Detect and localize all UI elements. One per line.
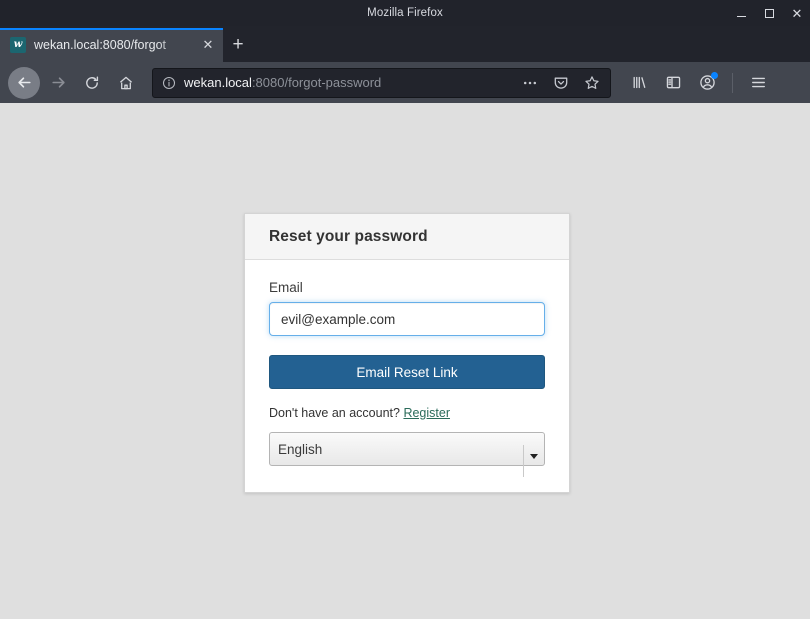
language-select[interactable]: English (269, 432, 545, 466)
library-button[interactable] (623, 67, 655, 99)
title-bar: Mozilla Firefox ✕ (0, 0, 810, 26)
reload-icon (84, 75, 100, 91)
browser-tab-active[interactable]: w wekan.local:8080/forgot ✕ (0, 28, 223, 62)
toolbar-right-group (623, 67, 774, 99)
minimize-button[interactable] (734, 6, 748, 20)
forward-button[interactable] (42, 67, 74, 99)
url-bar[interactable]: wekan.local:8080/forgot-password (152, 68, 611, 98)
sidebar-button[interactable] (657, 67, 689, 99)
card-body: Email Email Reset Link Don't have an acc… (245, 260, 569, 492)
wekan-favicon-icon: w (10, 37, 26, 53)
email-reset-link-button[interactable]: Email Reset Link (269, 355, 545, 389)
url-path: :8080/forgot-password (252, 75, 381, 90)
email-field[interactable] (269, 302, 545, 336)
email-label: Email (269, 280, 545, 295)
tab-close-icon[interactable]: ✕ (199, 36, 217, 54)
bookmark-star-icon[interactable] (580, 71, 604, 95)
maximize-icon (765, 9, 774, 18)
identity-info-icon[interactable] (161, 75, 177, 91)
forward-arrow-icon (50, 74, 67, 91)
new-tab-button[interactable]: + (223, 28, 253, 62)
language-select-wrapper: English (269, 432, 545, 466)
register-link[interactable]: Register (403, 406, 450, 420)
library-books-icon (631, 74, 648, 91)
toolbar-divider (732, 73, 733, 93)
page-viewport: Reset your password Email Email Reset Li… (0, 103, 810, 619)
tab-strip: w wekan.local:8080/forgot ✕ + (0, 26, 810, 62)
card-header: Reset your password (245, 214, 569, 260)
page-title: Reset your password (269, 228, 545, 246)
home-icon (118, 75, 134, 91)
sidebar-icon (665, 74, 682, 91)
back-arrow-icon (16, 74, 33, 91)
back-button[interactable] (8, 67, 40, 99)
close-icon: ✕ (792, 7, 803, 20)
tab-title: wekan.local:8080/forgot (34, 38, 191, 52)
reset-password-card: Reset your password Email Email Reset Li… (244, 213, 570, 493)
account-button[interactable] (691, 67, 723, 99)
reload-button[interactable] (76, 67, 108, 99)
hamburger-menu-icon (750, 74, 767, 91)
home-button[interactable] (110, 67, 142, 99)
minimize-icon (737, 16, 746, 18)
window-title: Mozilla Firefox (0, 0, 810, 26)
navigation-toolbar: wekan.local:8080/forgot-password (0, 62, 810, 103)
maximize-button[interactable] (762, 6, 776, 20)
register-prompt-text: Don't have an account? (269, 406, 400, 420)
url-host: wekan.local (184, 75, 252, 90)
url-text: wekan.local:8080/forgot-password (184, 75, 511, 90)
register-prompt: Don't have an account? Register (269, 406, 545, 420)
page-actions-icon[interactable] (518, 71, 542, 95)
account-notification-dot (711, 72, 718, 79)
pocket-icon[interactable] (549, 71, 573, 95)
close-window-button[interactable]: ✕ (790, 6, 804, 20)
app-menu-button[interactable] (742, 67, 774, 99)
firefox-window: Mozilla Firefox ✕ w wekan.local:8080/for… (0, 0, 810, 619)
window-controls: ✕ (734, 0, 804, 26)
